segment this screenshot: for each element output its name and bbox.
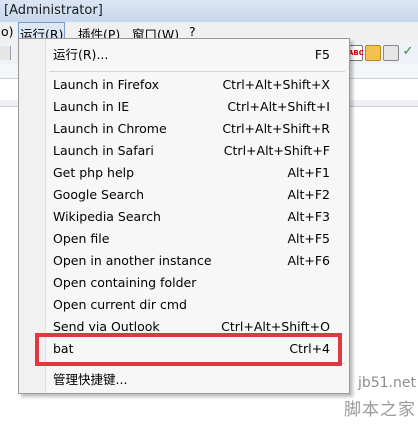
menu-item-shortcut: Ctrl+Alt+Shift+X xyxy=(222,77,330,92)
menu-encoding[interactable]: o) xyxy=(0,24,15,39)
menu-item-label: Open containing folder xyxy=(53,275,197,290)
watermark-site-name: 脚本之家 xyxy=(344,400,416,420)
menu-item-google-search[interactable]: Google Search Alt+F2 xyxy=(19,184,349,206)
menu-item-label: Open in another instance xyxy=(53,253,212,268)
menu-item-shortcut: Alt+F2 xyxy=(287,187,330,202)
menu-separator xyxy=(49,71,345,72)
menu-item-label: Open file xyxy=(53,231,110,246)
menu-item-open-containing-folder[interactable]: Open containing folder xyxy=(19,272,349,294)
menu-item-label: Launch in IE xyxy=(53,99,130,114)
menu-item-open-another-instance[interactable]: Open in another instance Alt+F6 xyxy=(19,250,349,272)
menu-item-label: Launch in Chrome xyxy=(53,121,167,136)
menu-item-shortcut: Ctrl+Alt+Shift+R xyxy=(222,121,330,136)
menu-item-label: Get php help xyxy=(53,165,135,180)
menu-item-shortcut: Ctrl+Alt+Shift+I xyxy=(227,99,330,114)
menu-item-label: Open current dir cmd xyxy=(53,297,187,312)
menu-item-label: Google Search xyxy=(53,187,144,202)
menu-item-label: Launch in Firefox xyxy=(53,77,159,92)
menu-item-label: Wikipedia Search xyxy=(53,209,161,224)
toolbar-grip xyxy=(0,46,11,60)
check-icon[interactable]: ✓ xyxy=(401,45,415,59)
menu-item-launch-ie[interactable]: Launch in IE Ctrl+Alt+Shift+I xyxy=(19,96,349,118)
window-title: [Administrator] xyxy=(4,3,103,18)
menu-item-shortcut: Alt+F5 xyxy=(287,231,330,246)
menu-item-open-current-dir-cmd[interactable]: Open current dir cmd xyxy=(19,294,349,316)
menu-item-launch-firefox[interactable]: Launch in Firefox Ctrl+Alt+Shift+X xyxy=(19,74,349,96)
menu-help[interactable]: ? xyxy=(188,24,197,39)
menu-item-shortcut: F5 xyxy=(314,47,330,62)
menu-item-run[interactable]: 运行(R)... F5 xyxy=(19,44,349,66)
watermark: jb51.net 脚本之家 xyxy=(298,369,418,427)
menu-item-shortcut: Alt+F3 xyxy=(287,209,330,224)
menu-item-launch-safari[interactable]: Launch in Safari Ctrl+Alt+Shift+F xyxy=(19,140,349,162)
fax-icon[interactable] xyxy=(383,45,399,61)
save-icon[interactable] xyxy=(365,45,381,61)
menu-item-get-php-help[interactable]: Get php help Alt+F1 xyxy=(19,162,349,184)
menu-item-shortcut: Ctrl+Alt+Shift+F xyxy=(223,143,330,158)
highlight-annotation-box xyxy=(35,333,342,366)
watermark-url: jb51.net xyxy=(357,375,416,391)
menu-item-launch-chrome[interactable]: Launch in Chrome Ctrl+Alt+Shift+R xyxy=(19,118,349,140)
menu-item-wikipedia-search[interactable]: Wikipedia Search Alt+F3 xyxy=(19,206,349,228)
menu-item-label: 管理快捷键... xyxy=(53,372,128,387)
menu-item-label: Launch in Safari xyxy=(53,143,154,158)
menu-item-label: 运行(R)... xyxy=(53,47,109,62)
title-bar: [Administrator] xyxy=(0,0,418,23)
menu-item-open-file[interactable]: Open file Alt+F5 xyxy=(19,228,349,250)
menu-item-shortcut: Alt+F1 xyxy=(287,165,330,180)
menu-item-shortcut: Alt+F6 xyxy=(287,253,330,268)
